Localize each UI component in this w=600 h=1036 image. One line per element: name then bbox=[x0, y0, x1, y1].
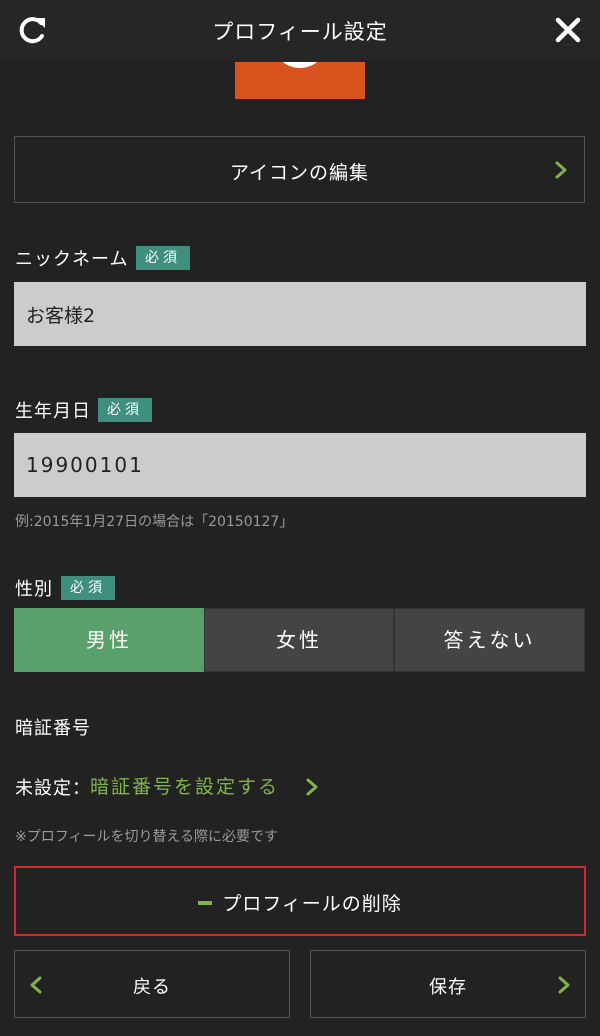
pin-status: 未設定： bbox=[15, 778, 91, 799]
birthday-label: 生年月日 bbox=[15, 401, 91, 422]
back-label: 戻る bbox=[133, 977, 171, 998]
minus-icon bbox=[198, 900, 213, 905]
birthday-hint: 例:2015年1月27日の場合は「20150127」 bbox=[15, 514, 294, 530]
gender-label: 性別 bbox=[15, 579, 53, 600]
nickname-input[interactable] bbox=[14, 282, 586, 346]
chevron-right-icon bbox=[558, 976, 570, 994]
pin-note: ※プロフィールを切り替える際に必要です bbox=[15, 829, 279, 845]
icon-edit-button[interactable]: アイコンの編集 bbox=[14, 136, 585, 203]
gender-required-badge: 必須 bbox=[61, 576, 115, 600]
header-bar: プロフィール設定 bbox=[0, 0, 600, 62]
nickname-label: ニックネーム bbox=[15, 249, 129, 270]
save-label: 保存 bbox=[429, 977, 467, 998]
gender-option-male[interactable]: 男性 bbox=[14, 608, 204, 672]
birthday-input[interactable] bbox=[14, 433, 586, 497]
close-icon bbox=[555, 17, 581, 43]
gender-option-female[interactable]: 女性 bbox=[204, 608, 394, 672]
delete-profile-button[interactable]: プロフィールの削除 bbox=[14, 866, 586, 936]
chevron-right-icon bbox=[555, 161, 567, 179]
icon-edit-label: アイコンの編集 bbox=[229, 162, 370, 184]
gender-option-no-answer[interactable]: 答えない bbox=[394, 608, 585, 672]
back-button[interactable]: 戻る bbox=[14, 950, 290, 1018]
pin-label: 暗証番号 bbox=[15, 718, 91, 739]
page-title: プロフィール設定 bbox=[212, 20, 388, 44]
delete-profile-label: プロフィールの削除 bbox=[222, 893, 402, 915]
save-button[interactable]: 保存 bbox=[310, 950, 586, 1018]
chevron-right-icon bbox=[306, 778, 318, 796]
close-button[interactable] bbox=[550, 12, 586, 48]
nickname-required-badge: 必須 bbox=[136, 246, 190, 270]
birthday-required-badge: 必須 bbox=[98, 398, 152, 422]
set-pin-link[interactable]: 暗証番号を設定する bbox=[90, 772, 279, 799]
